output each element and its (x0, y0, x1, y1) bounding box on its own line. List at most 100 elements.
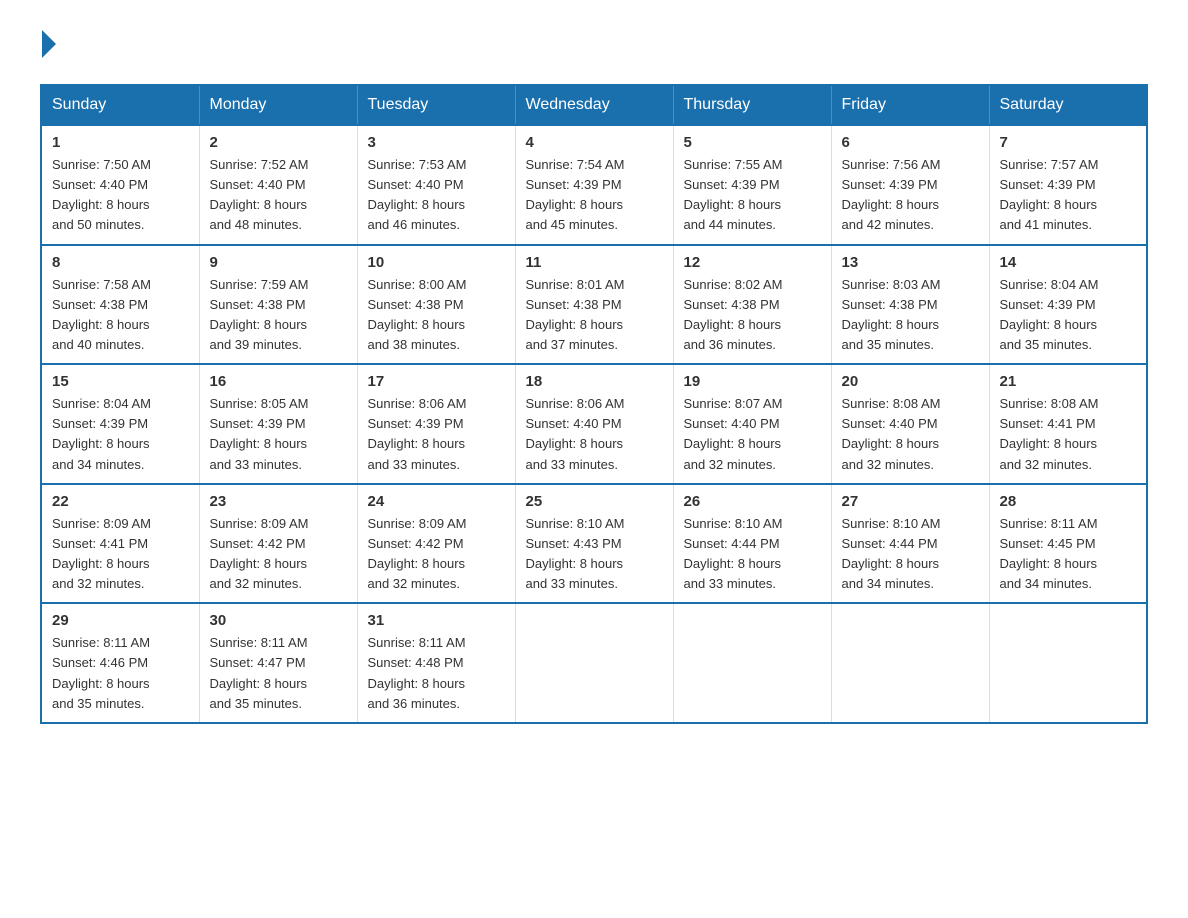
calendar-cell: 30 Sunrise: 8:11 AMSunset: 4:47 PMDaylig… (199, 603, 357, 723)
day-number: 26 (684, 493, 821, 510)
calendar-week-row: 29 Sunrise: 8:11 AMSunset: 4:46 PMDaylig… (41, 603, 1147, 723)
logo (40, 30, 56, 64)
calendar-cell: 10 Sunrise: 8:00 AMSunset: 4:38 PMDaylig… (357, 245, 515, 365)
header-day-sunday: Sunday (41, 85, 199, 125)
header-row: SundayMondayTuesdayWednesdayThursdayFrid… (41, 85, 1147, 125)
calendar-cell: 16 Sunrise: 8:05 AMSunset: 4:39 PMDaylig… (199, 364, 357, 484)
day-number: 21 (1000, 373, 1137, 390)
day-number: 2 (210, 134, 347, 151)
day-number: 15 (52, 373, 189, 390)
calendar-cell (989, 603, 1147, 723)
calendar-cell: 20 Sunrise: 8:08 AMSunset: 4:40 PMDaylig… (831, 364, 989, 484)
calendar-cell: 31 Sunrise: 8:11 AMSunset: 4:48 PMDaylig… (357, 603, 515, 723)
day-info: Sunrise: 7:54 AMSunset: 4:39 PMDaylight:… (526, 157, 625, 232)
calendar-cell: 18 Sunrise: 8:06 AMSunset: 4:40 PMDaylig… (515, 364, 673, 484)
calendar-cell: 11 Sunrise: 8:01 AMSunset: 4:38 PMDaylig… (515, 245, 673, 365)
day-info: Sunrise: 8:09 AMSunset: 4:42 PMDaylight:… (368, 516, 467, 591)
day-number: 25 (526, 493, 663, 510)
page-header (40, 30, 1148, 64)
day-number: 16 (210, 373, 347, 390)
calendar-cell: 2 Sunrise: 7:52 AMSunset: 4:40 PMDayligh… (199, 125, 357, 245)
calendar-week-row: 15 Sunrise: 8:04 AMSunset: 4:39 PMDaylig… (41, 364, 1147, 484)
day-number: 31 (368, 612, 505, 629)
day-info: Sunrise: 8:06 AMSunset: 4:40 PMDaylight:… (526, 396, 625, 471)
calendar-cell: 1 Sunrise: 7:50 AMSunset: 4:40 PMDayligh… (41, 125, 199, 245)
day-number: 8 (52, 254, 189, 271)
logo-triangle-icon (42, 30, 56, 58)
calendar-cell: 7 Sunrise: 7:57 AMSunset: 4:39 PMDayligh… (989, 125, 1147, 245)
day-number: 22 (52, 493, 189, 510)
day-info: Sunrise: 8:04 AMSunset: 4:39 PMDaylight:… (52, 396, 151, 471)
day-number: 9 (210, 254, 347, 271)
calendar-cell (673, 603, 831, 723)
day-number: 13 (842, 254, 979, 271)
calendar-cell: 27 Sunrise: 8:10 AMSunset: 4:44 PMDaylig… (831, 484, 989, 604)
day-info: Sunrise: 8:03 AMSunset: 4:38 PMDaylight:… (842, 277, 941, 352)
day-info: Sunrise: 8:00 AMSunset: 4:38 PMDaylight:… (368, 277, 467, 352)
day-info: Sunrise: 8:09 AMSunset: 4:41 PMDaylight:… (52, 516, 151, 591)
day-info: Sunrise: 7:59 AMSunset: 4:38 PMDaylight:… (210, 277, 309, 352)
day-info: Sunrise: 7:56 AMSunset: 4:39 PMDaylight:… (842, 157, 941, 232)
day-info: Sunrise: 8:04 AMSunset: 4:39 PMDaylight:… (1000, 277, 1099, 352)
day-info: Sunrise: 8:06 AMSunset: 4:39 PMDaylight:… (368, 396, 467, 471)
calendar-cell: 29 Sunrise: 8:11 AMSunset: 4:46 PMDaylig… (41, 603, 199, 723)
day-number: 20 (842, 373, 979, 390)
header-day-thursday: Thursday (673, 85, 831, 125)
day-info: Sunrise: 7:57 AMSunset: 4:39 PMDaylight:… (1000, 157, 1099, 232)
calendar-cell: 3 Sunrise: 7:53 AMSunset: 4:40 PMDayligh… (357, 125, 515, 245)
calendar-cell: 22 Sunrise: 8:09 AMSunset: 4:41 PMDaylig… (41, 484, 199, 604)
day-info: Sunrise: 8:11 AMSunset: 4:46 PMDaylight:… (52, 635, 150, 710)
day-number: 27 (842, 493, 979, 510)
day-number: 28 (1000, 493, 1137, 510)
calendar-cell (515, 603, 673, 723)
calendar-cell: 6 Sunrise: 7:56 AMSunset: 4:39 PMDayligh… (831, 125, 989, 245)
day-number: 6 (842, 134, 979, 151)
calendar-cell: 13 Sunrise: 8:03 AMSunset: 4:38 PMDaylig… (831, 245, 989, 365)
header-day-tuesday: Tuesday (357, 85, 515, 125)
day-info: Sunrise: 7:58 AMSunset: 4:38 PMDaylight:… (52, 277, 151, 352)
day-info: Sunrise: 7:50 AMSunset: 4:40 PMDaylight:… (52, 157, 151, 232)
calendar-cell: 26 Sunrise: 8:10 AMSunset: 4:44 PMDaylig… (673, 484, 831, 604)
header-day-saturday: Saturday (989, 85, 1147, 125)
day-number: 11 (526, 254, 663, 271)
day-info: Sunrise: 8:05 AMSunset: 4:39 PMDaylight:… (210, 396, 309, 471)
calendar-cell: 12 Sunrise: 8:02 AMSunset: 4:38 PMDaylig… (673, 245, 831, 365)
calendar-cell: 5 Sunrise: 7:55 AMSunset: 4:39 PMDayligh… (673, 125, 831, 245)
day-info: Sunrise: 8:01 AMSunset: 4:38 PMDaylight:… (526, 277, 625, 352)
header-day-friday: Friday (831, 85, 989, 125)
day-info: Sunrise: 8:10 AMSunset: 4:44 PMDaylight:… (842, 516, 941, 591)
day-number: 14 (1000, 254, 1137, 271)
calendar-header: SundayMondayTuesdayWednesdayThursdayFrid… (41, 85, 1147, 125)
day-number: 23 (210, 493, 347, 510)
day-number: 30 (210, 612, 347, 629)
calendar-cell: 25 Sunrise: 8:10 AMSunset: 4:43 PMDaylig… (515, 484, 673, 604)
day-info: Sunrise: 8:10 AMSunset: 4:43 PMDaylight:… (526, 516, 625, 591)
day-info: Sunrise: 7:53 AMSunset: 4:40 PMDaylight:… (368, 157, 467, 232)
calendar-cell: 9 Sunrise: 7:59 AMSunset: 4:38 PMDayligh… (199, 245, 357, 365)
day-info: Sunrise: 8:11 AMSunset: 4:47 PMDaylight:… (210, 635, 308, 710)
day-number: 29 (52, 612, 189, 629)
calendar-week-row: 8 Sunrise: 7:58 AMSunset: 4:38 PMDayligh… (41, 245, 1147, 365)
day-number: 12 (684, 254, 821, 271)
calendar-cell (831, 603, 989, 723)
calendar-week-row: 22 Sunrise: 8:09 AMSunset: 4:41 PMDaylig… (41, 484, 1147, 604)
calendar-cell: 14 Sunrise: 8:04 AMSunset: 4:39 PMDaylig… (989, 245, 1147, 365)
header-day-wednesday: Wednesday (515, 85, 673, 125)
calendar-cell: 23 Sunrise: 8:09 AMSunset: 4:42 PMDaylig… (199, 484, 357, 604)
day-number: 3 (368, 134, 505, 151)
day-info: Sunrise: 8:07 AMSunset: 4:40 PMDaylight:… (684, 396, 783, 471)
day-number: 5 (684, 134, 821, 151)
day-number: 18 (526, 373, 663, 390)
day-number: 10 (368, 254, 505, 271)
day-info: Sunrise: 8:09 AMSunset: 4:42 PMDaylight:… (210, 516, 309, 591)
calendar-cell: 24 Sunrise: 8:09 AMSunset: 4:42 PMDaylig… (357, 484, 515, 604)
day-info: Sunrise: 8:11 AMSunset: 4:48 PMDaylight:… (368, 635, 466, 710)
calendar-cell: 8 Sunrise: 7:58 AMSunset: 4:38 PMDayligh… (41, 245, 199, 365)
day-info: Sunrise: 7:55 AMSunset: 4:39 PMDaylight:… (684, 157, 783, 232)
calendar-cell: 21 Sunrise: 8:08 AMSunset: 4:41 PMDaylig… (989, 364, 1147, 484)
day-info: Sunrise: 8:11 AMSunset: 4:45 PMDaylight:… (1000, 516, 1098, 591)
day-number: 24 (368, 493, 505, 510)
calendar-cell: 19 Sunrise: 8:07 AMSunset: 4:40 PMDaylig… (673, 364, 831, 484)
day-number: 19 (684, 373, 821, 390)
calendar-cell: 17 Sunrise: 8:06 AMSunset: 4:39 PMDaylig… (357, 364, 515, 484)
